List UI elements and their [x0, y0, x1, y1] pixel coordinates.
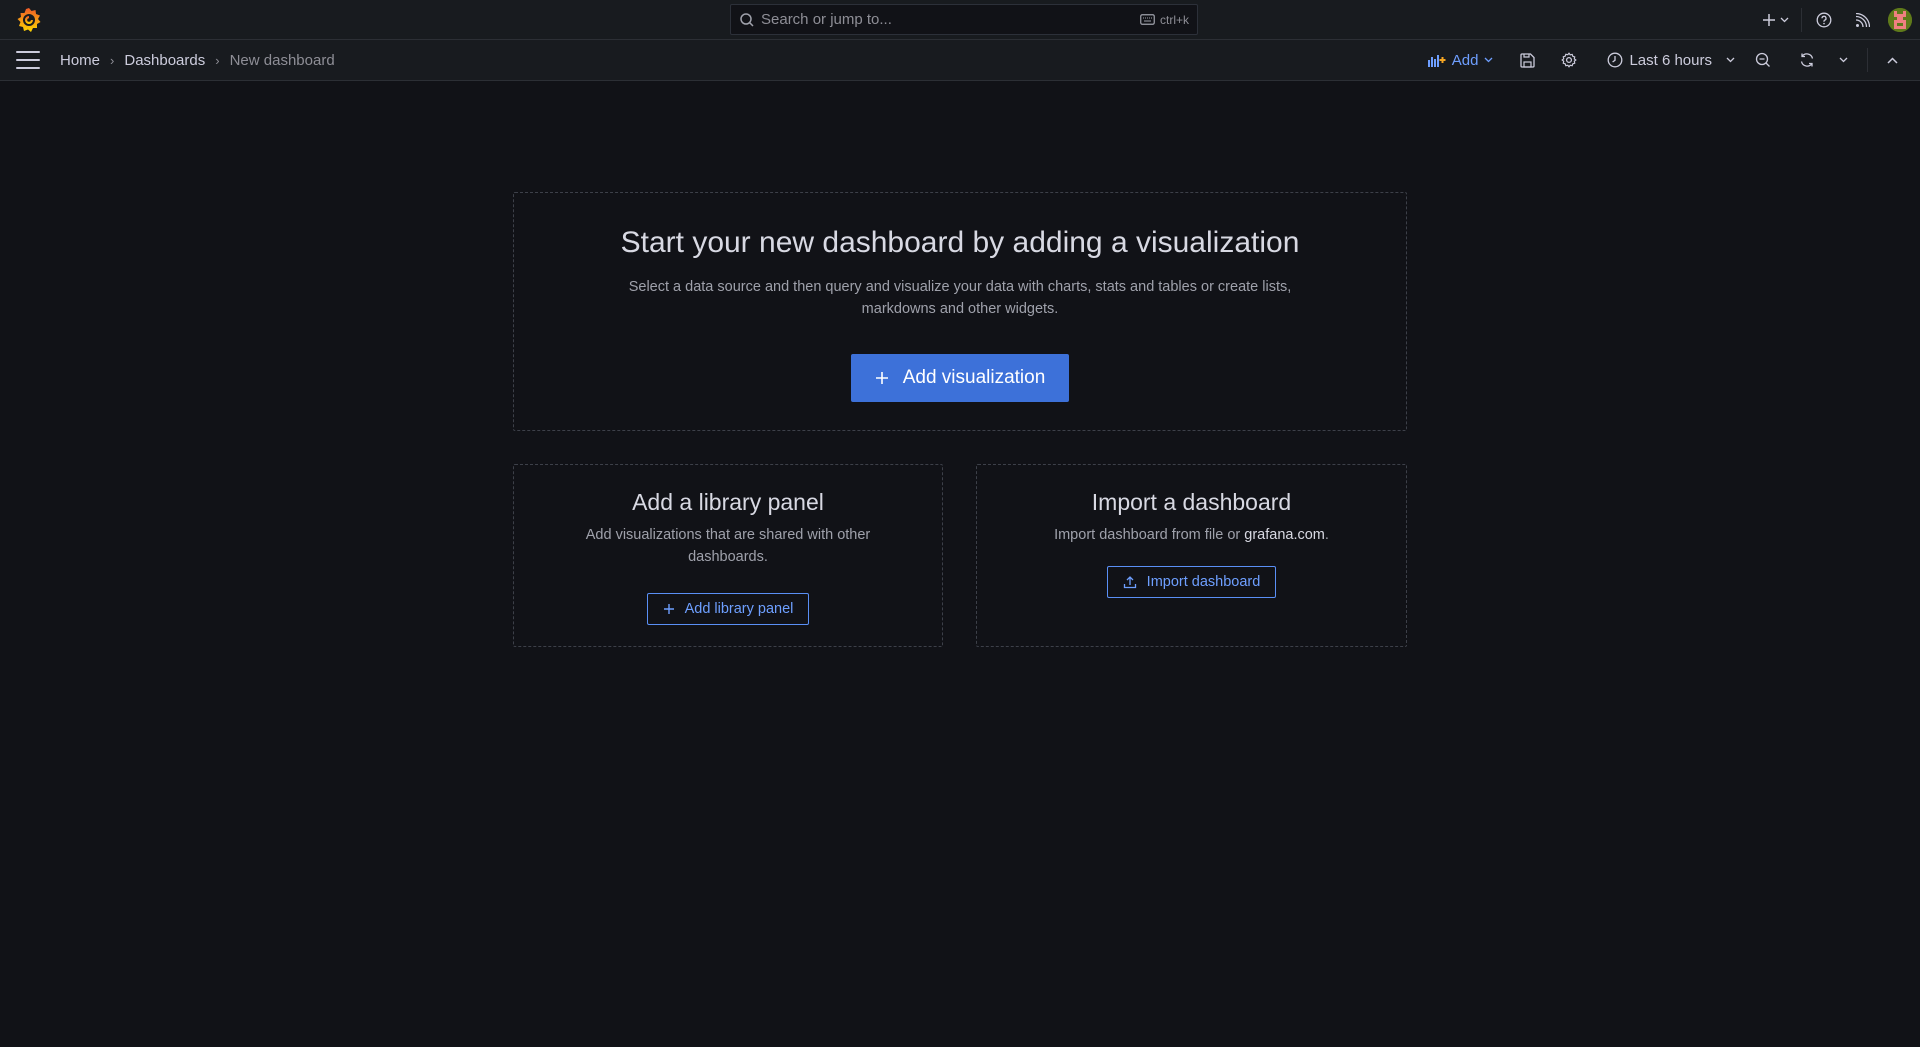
- hamburger-icon-line: [16, 51, 40, 53]
- add-library-panel-button[interactable]: Add library panel: [646, 593, 810, 625]
- add-visualization-label: Add visualization: [902, 367, 1046, 388]
- import-dashboard-title: Import a dashboard: [1091, 489, 1292, 515]
- search-icon: [740, 12, 754, 27]
- search-shortcut: ctrl+k: [1140, 13, 1189, 27]
- breadcrumb-current: New dashboard: [229, 51, 335, 69]
- hamburger-icon-line: [16, 59, 40, 61]
- add-button-label: Add: [1451, 51, 1479, 69]
- menu-toggle-button[interactable]: [16, 51, 40, 69]
- library-panel-card: Add a library panel Add visualizations t…: [513, 464, 943, 647]
- grafana-com-link[interactable]: grafana.com: [1244, 527, 1325, 543]
- dashboard-settings-button[interactable]: [1551, 44, 1587, 76]
- chevron-right-icon: ›: [110, 52, 115, 68]
- plus-icon: [1762, 14, 1775, 26]
- dashboard-toolbar: Add Last 6 hours: [1422, 40, 1910, 80]
- time-range-label: Last 6 hours: [1629, 51, 1712, 69]
- refresh-icon: [1800, 53, 1814, 67]
- import-description-text: Import dashboard from file or: [1054, 527, 1245, 543]
- rss-icon: [1855, 12, 1870, 27]
- chevron-down-icon: [1484, 57, 1493, 63]
- chevron-right-icon: ›: [215, 52, 220, 68]
- add-visualization-panel: Start your new dashboard by adding a vis…: [513, 192, 1407, 431]
- dashboard-nav-bar: Home › Dashboards › New dashboard Add La…: [0, 40, 1920, 81]
- chevron-up-icon: [1886, 56, 1898, 64]
- library-panel-description: Add visualizations that are shared with …: [585, 527, 871, 565]
- zoom-out-button[interactable]: [1745, 44, 1781, 76]
- search-shortcut-label: ctrl+k: [1159, 12, 1189, 27]
- chevron-down-icon: [1726, 57, 1735, 63]
- news-button[interactable]: [1846, 4, 1878, 36]
- add-library-panel-label: Add library panel: [684, 601, 794, 617]
- keyboard-icon: [1140, 14, 1155, 25]
- chevron-down-icon: [1780, 17, 1788, 23]
- top-bar-actions: [1755, 0, 1912, 40]
- refresh-button[interactable]: [1789, 44, 1825, 76]
- import-dashboard-label: Import dashboard: [1146, 574, 1261, 590]
- zoom-out-icon: [1755, 52, 1770, 67]
- hamburger-icon-line: [16, 67, 40, 69]
- divider: [1867, 48, 1868, 72]
- chevron-down-icon: [1839, 57, 1847, 63]
- hero-description: Select a data source and then query and …: [628, 279, 1292, 317]
- import-dashboard-card: Import a dashboard Import dashboard from…: [976, 464, 1407, 647]
- plus-icon: [875, 372, 888, 384]
- gear-icon: [1561, 52, 1578, 68]
- add-visualization-button[interactable]: Add visualization: [850, 354, 1070, 402]
- clock-icon: [1607, 52, 1623, 68]
- add-button[interactable]: Add: [1422, 44, 1500, 76]
- import-description-suffix: .: [1324, 527, 1329, 543]
- collapse-toolbar-button[interactable]: [1874, 44, 1910, 76]
- plus-icon: [663, 604, 674, 614]
- import-dashboard-description: Import dashboard from file or grafana.co…: [1002, 524, 1382, 546]
- upload-icon: [1123, 576, 1136, 589]
- help-button[interactable]: [1808, 4, 1840, 36]
- breadcrumb-home[interactable]: Home: [60, 52, 100, 69]
- time-range-picker[interactable]: Last 6 hours: [1601, 44, 1741, 76]
- library-panel-title: Add a library panel: [632, 489, 824, 515]
- save-dashboard-button[interactable]: [1509, 44, 1545, 76]
- breadcrumb: Home › Dashboards › New dashboard: [60, 52, 335, 69]
- search-bar[interactable]: ctrl+k: [730, 4, 1198, 35]
- save-icon: [1520, 52, 1535, 68]
- hero-title: Start your new dashboard by adding a vis…: [620, 226, 1300, 259]
- new-menu-button[interactable]: [1755, 4, 1795, 36]
- import-dashboard-button[interactable]: Import dashboard: [1106, 566, 1277, 598]
- help-icon: [1816, 12, 1832, 28]
- add-panel-icon: [1427, 54, 1446, 67]
- divider: [1801, 8, 1802, 32]
- refresh-interval-dropdown[interactable]: [1825, 44, 1861, 76]
- top-bar: ctrl+k: [0, 0, 1920, 40]
- search-input[interactable]: [761, 11, 1140, 28]
- breadcrumb-dashboards[interactable]: Dashboards: [124, 52, 205, 69]
- user-avatar[interactable]: [1888, 8, 1912, 32]
- grafana-logo-icon[interactable]: [16, 7, 42, 33]
